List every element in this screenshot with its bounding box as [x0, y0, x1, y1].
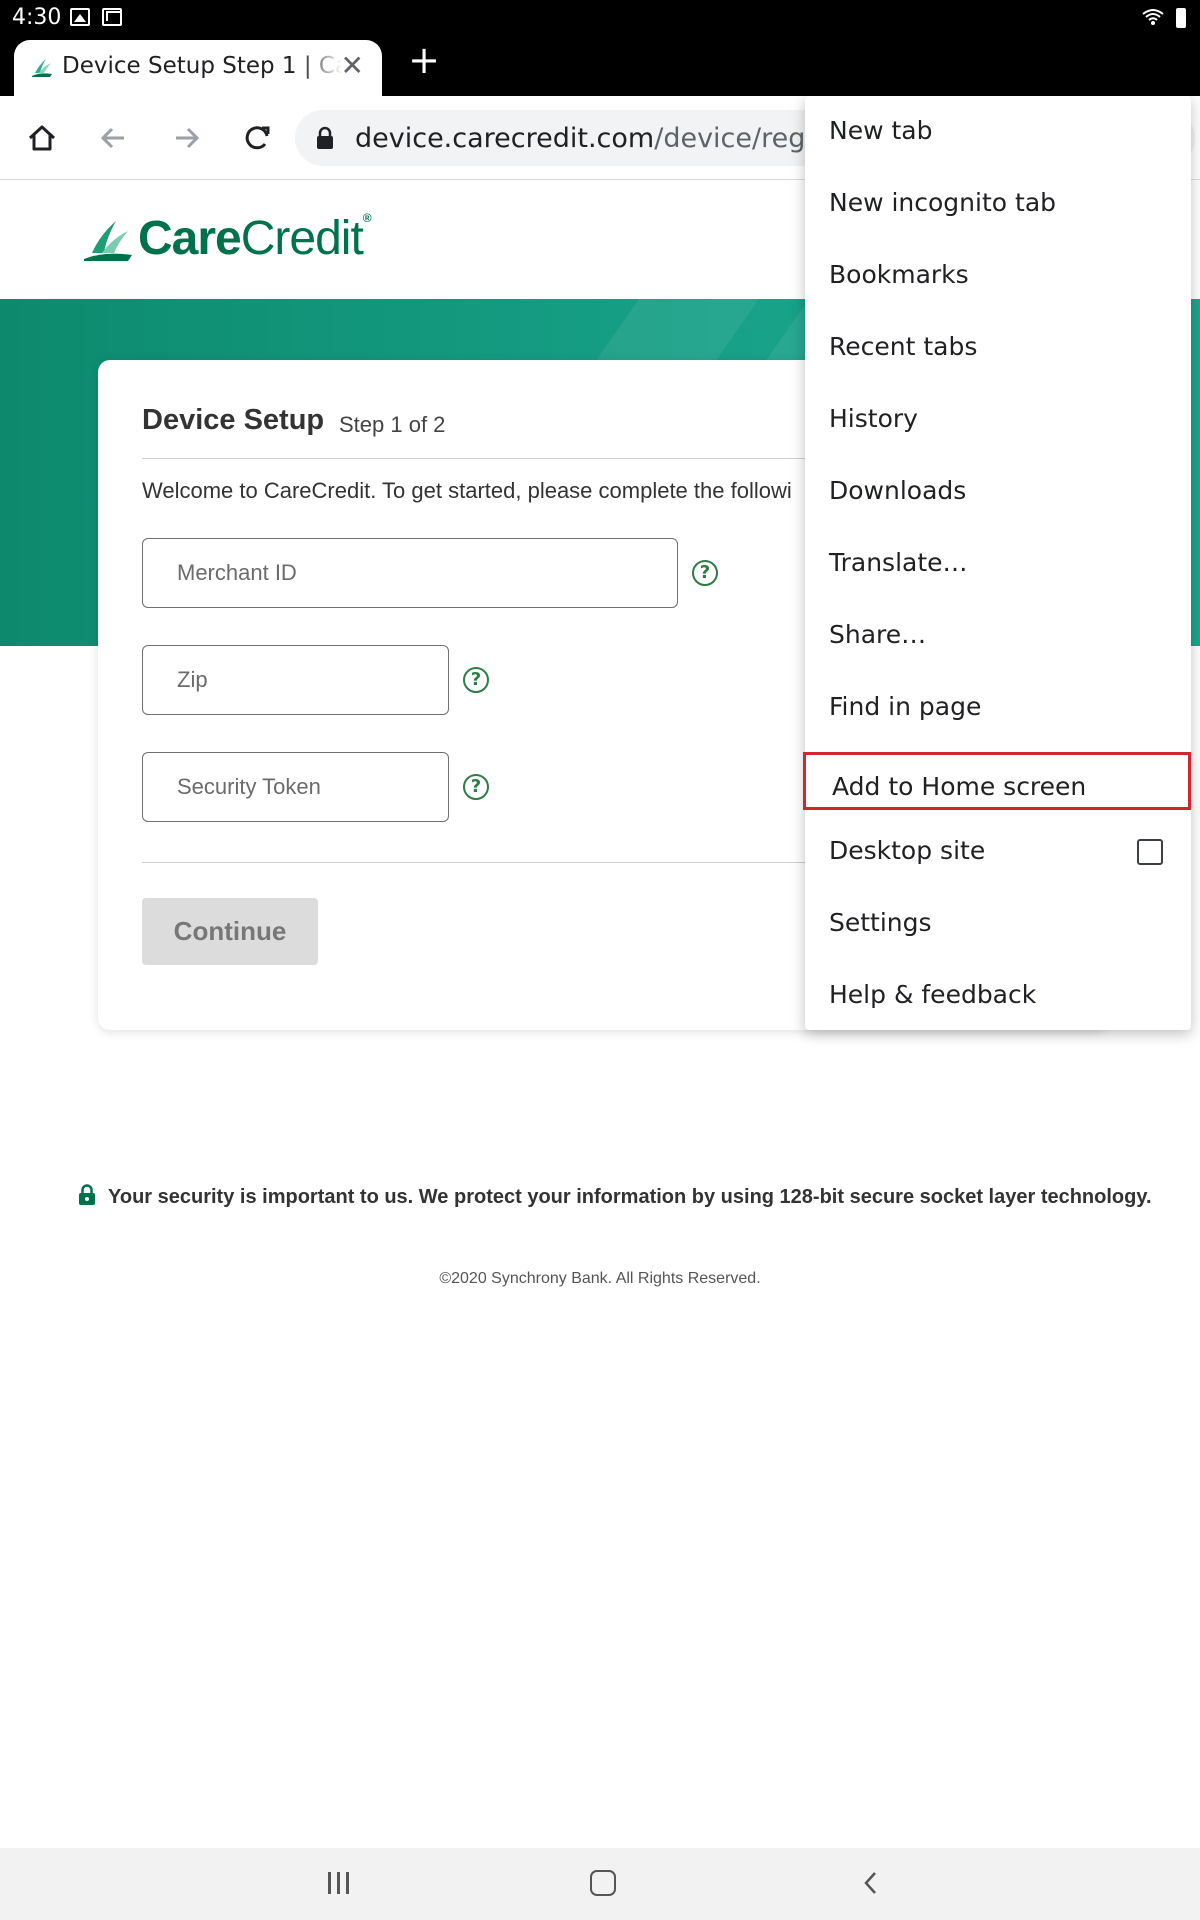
url-text: device.carecredit.com/device/register	[355, 123, 865, 154]
logo-wordmark: CareCredit®	[138, 211, 372, 266]
menu-item-new-tab[interactable]: New tab	[805, 96, 1191, 168]
menu-item-label: Help & feedback	[829, 980, 1037, 1009]
menu-item-label: History	[829, 404, 918, 433]
security-token-help-icon[interactable]: ?	[463, 774, 489, 800]
card-title: Device Setup	[142, 404, 325, 436]
menu-item-help-feedback[interactable]: Help & feedback	[805, 960, 1191, 1032]
lock-icon	[317, 126, 333, 149]
merchant-id-help-icon[interactable]: ?	[692, 560, 718, 586]
security-note-text: Your security is important to us. We pro…	[108, 1186, 1152, 1208]
tab-title: Device Setup Step 1 | CareCredit	[62, 53, 342, 79]
menu-item-label: Downloads	[829, 476, 967, 505]
browser-tab[interactable]: Device Setup Step 1 | CareCredit ✕	[14, 40, 382, 96]
wifi-icon	[1142, 9, 1164, 25]
reload-button[interactable]	[234, 114, 282, 162]
menu-item-bookmarks[interactable]: Bookmarks	[805, 240, 1191, 312]
gallery-notification-icon	[70, 8, 90, 26]
menu-item-share[interactable]: Share…	[805, 600, 1191, 672]
menu-item-label: Share…	[829, 620, 927, 649]
menu-item-label: Settings	[829, 908, 932, 937]
menu-item-translate[interactable]: Translate…	[805, 528, 1191, 600]
logo-credit: Credit	[240, 212, 364, 265]
recents-icon-bar	[328, 1872, 331, 1894]
screen: 4:30 Device Setup Step 1 | CareCredit ✕ …	[0, 0, 1200, 1920]
zip-input[interactable]	[142, 645, 449, 715]
menu-item-add-to-home-screen[interactable]: Add to Home screen	[803, 752, 1191, 810]
arrow-left-icon	[100, 127, 124, 149]
system-nav-bar	[0, 1848, 1200, 1920]
menu-item-new-incognito-tab[interactable]: New incognito tab	[805, 168, 1191, 240]
menu-item-history[interactable]: History	[805, 384, 1191, 456]
status-bar: 4:30	[0, 0, 1200, 36]
step-indicator: Step 1 of 2	[339, 412, 446, 437]
recents-button[interactable]	[326, 1870, 352, 1896]
security-note: Your security is important to us. We pro…	[78, 1184, 1158, 1209]
logo-care: Care	[138, 212, 242, 265]
status-time: 4:30	[12, 5, 62, 30]
carecredit-leaf-icon	[84, 221, 132, 261]
back-button[interactable]	[90, 114, 138, 162]
reload-icon	[245, 126, 270, 150]
forward-button[interactable]	[162, 114, 210, 162]
arrow-right-icon	[176, 127, 200, 149]
padlock-icon	[79, 1184, 95, 1205]
menu-item-desktop-site[interactable]: Desktop site	[805, 816, 1191, 888]
intro-text: Welcome to CareCredit. To get started, p…	[142, 478, 792, 503]
menu-item-recent-tabs[interactable]: Recent tabs	[805, 312, 1191, 384]
menu-item-label: Desktop site	[829, 836, 986, 865]
battery-icon	[1176, 8, 1186, 28]
home-icon	[28, 125, 56, 151]
menu-item-find-in-page[interactable]: Find in page	[805, 672, 1191, 744]
logo-registered-mark: ®	[362, 211, 372, 225]
continue-button[interactable]: Continue	[142, 898, 318, 965]
overflow-menu: New tab New incognito tab Bookmarks Rece…	[803, 96, 1191, 1032]
new-tab-button[interactable]: +	[404, 41, 444, 82]
home-nav-button[interactable]	[590, 1870, 616, 1896]
menu-item-label: Find in page	[829, 692, 982, 721]
url-host: device.carecredit.com	[355, 123, 655, 154]
menu-item-label: New incognito tab	[829, 188, 1057, 217]
menu-item-settings[interactable]: Settings	[805, 888, 1191, 960]
security-token-input[interactable]	[142, 752, 449, 822]
tab-close-icon[interactable]: ✕	[341, 52, 364, 80]
mail-notification-icon	[102, 8, 122, 26]
back-nav-icon[interactable]	[858, 1870, 884, 1896]
menu-item-label: Bookmarks	[829, 260, 969, 289]
home-button[interactable]	[18, 114, 66, 162]
menu-item-downloads[interactable]: Downloads	[805, 456, 1191, 528]
desktop-site-checkbox[interactable]	[1137, 839, 1163, 865]
recents-icon-bar	[337, 1872, 340, 1894]
tab-strip: Device Setup Step 1 | CareCredit ✕	[0, 36, 1200, 96]
menu-item-label: Translate…	[829, 548, 968, 577]
zip-help-icon[interactable]: ?	[463, 667, 489, 693]
recents-icon-bar	[346, 1872, 349, 1894]
menu-item-label: Add to Home screen	[832, 772, 1087, 801]
carecredit-favicon-icon	[32, 59, 52, 77]
merchant-id-input[interactable]	[142, 538, 678, 608]
menu-item-label: Recent tabs	[829, 332, 978, 361]
menu-item-label: New tab	[829, 116, 933, 145]
copyright-text: ©2020 Synchrony Bank. All Rights Reserve…	[439, 1270, 761, 1287]
